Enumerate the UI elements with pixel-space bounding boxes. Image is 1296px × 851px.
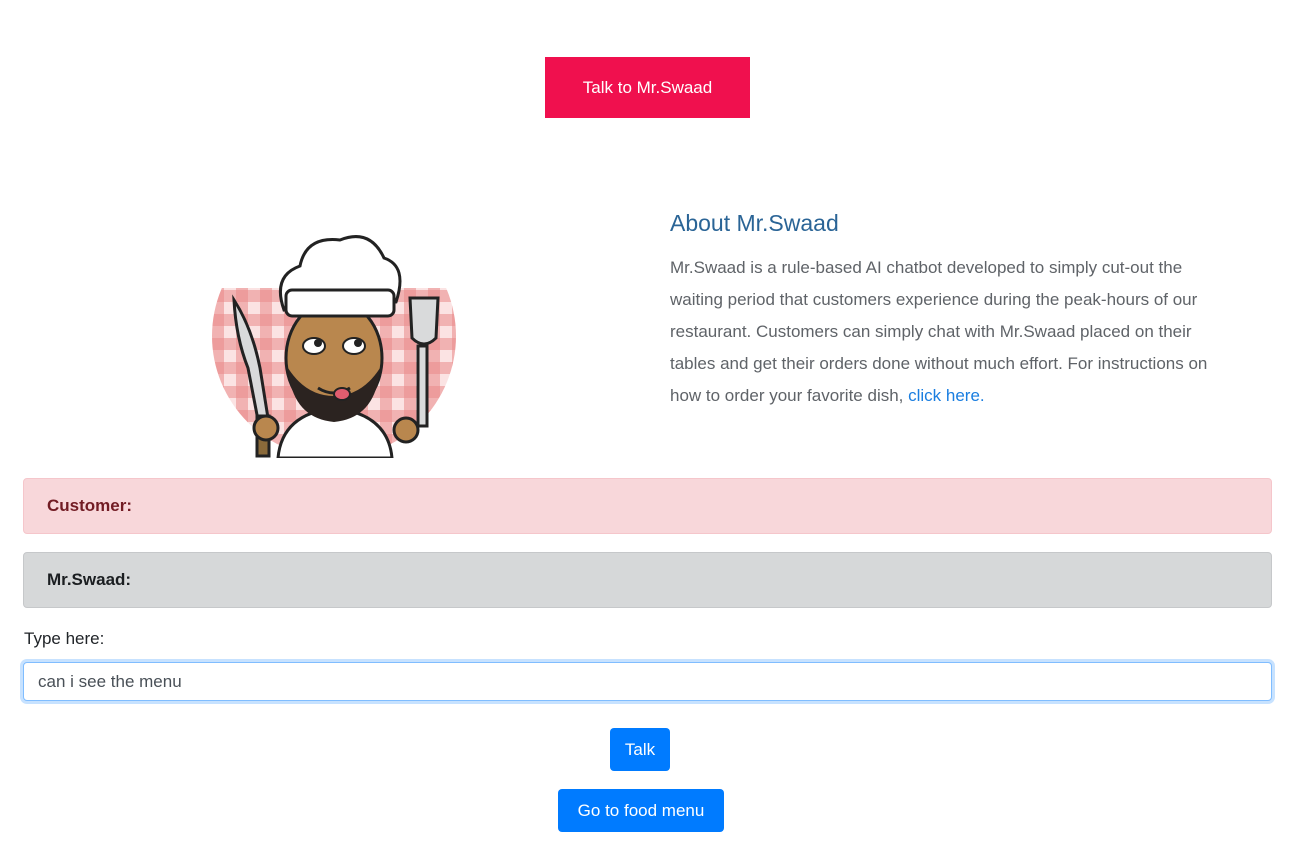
instructions-link[interactable]: click here.	[908, 386, 985, 405]
about-section: About Mr.Swaad Mr.Swaad is a rule-based …	[670, 208, 1230, 412]
bot-label: Mr.Swaad:	[47, 570, 132, 589]
go-to-food-menu-button[interactable]: Go to food menu	[558, 789, 724, 832]
talk-button[interactable]: Talk	[610, 728, 670, 771]
chat-input[interactable]	[23, 662, 1272, 701]
chef-avatar-icon	[212, 218, 460, 460]
talk-to-mr-swaad-button[interactable]: Talk to Mr.Swaad	[545, 57, 750, 118]
type-here-label: Type here:	[24, 629, 105, 648]
about-description: Mr.Swaad is a rule-based AI chatbot deve…	[670, 252, 1215, 412]
about-body: Mr.Swaad is a rule-based AI chatbot deve…	[670, 258, 1208, 405]
bot-message: Mr.Swaad:	[23, 552, 1272, 608]
about-title: About Mr.Swaad	[670, 210, 839, 236]
customer-message: Customer:	[23, 478, 1272, 534]
customer-label: Customer:	[47, 496, 133, 515]
